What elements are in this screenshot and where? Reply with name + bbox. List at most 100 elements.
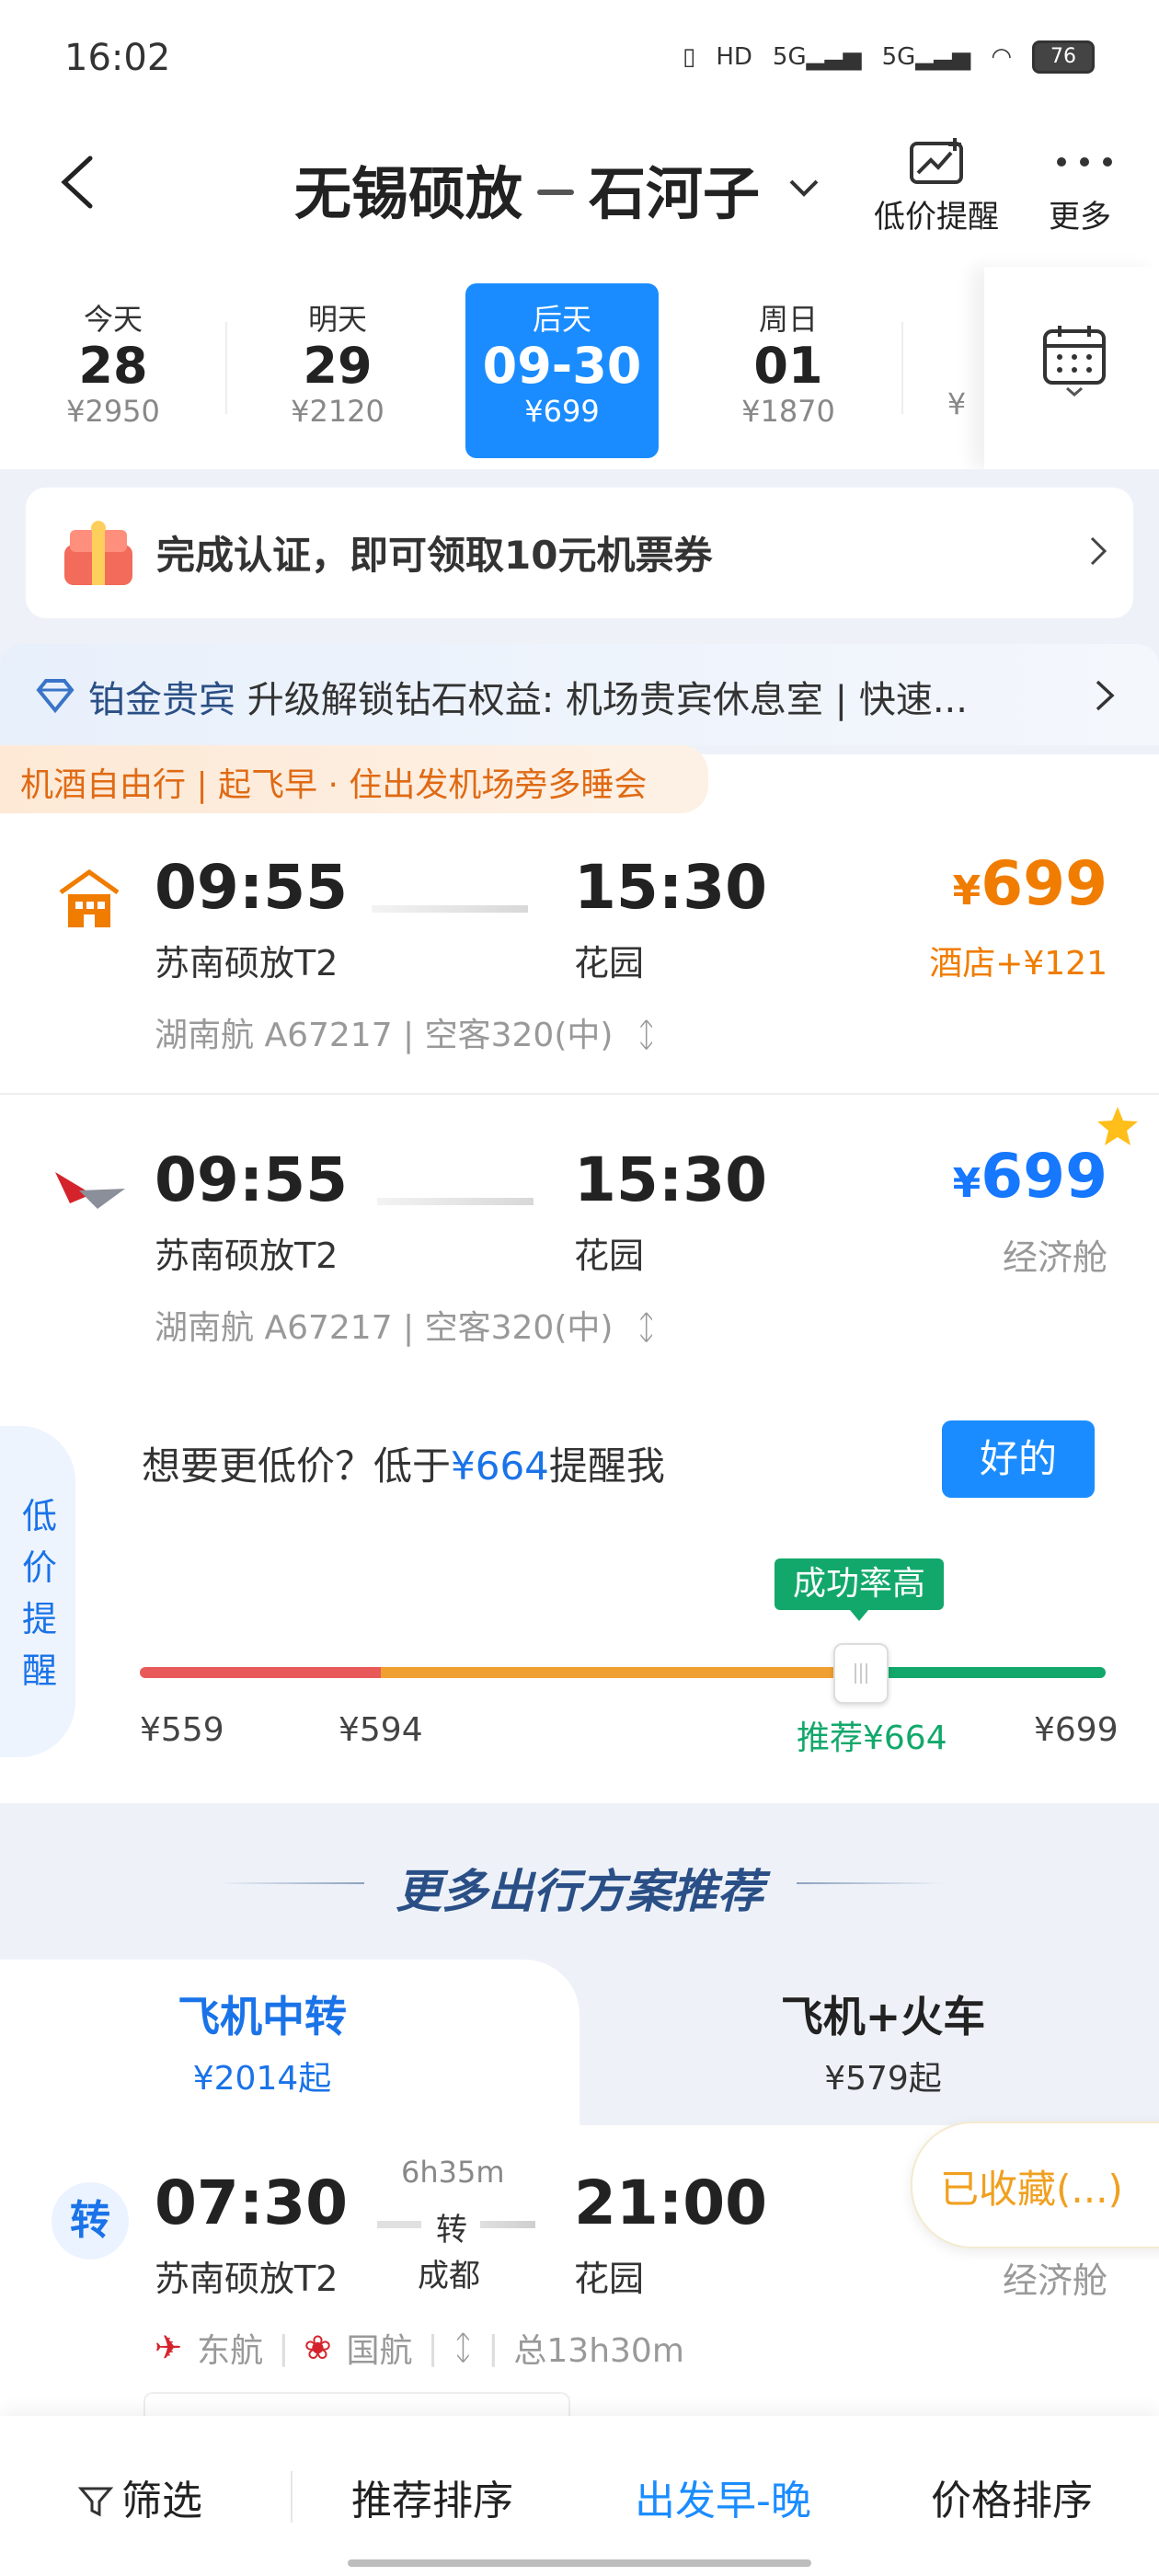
price-alert-label: 低价提醒: [874, 199, 999, 236]
route-title[interactable]: 无锡硕放 石河子: [294, 147, 820, 230]
filter-button[interactable]: 筛选: [77, 2467, 202, 2526]
price-alert-button[interactable]: 低价提醒: [874, 138, 999, 236]
cabin-class: 经济舱: [1002, 2260, 1107, 2301]
home-indicator: [348, 2559, 811, 2567]
meal-icon: ᛨ: [636, 1017, 657, 1054]
slider-label-max: ¥699: [1034, 1711, 1119, 1749]
transfer-label: 转: [436, 2212, 467, 2248]
flight-route-line: [377, 1198, 534, 1205]
arrival-airport: 花园: [574, 943, 645, 983]
meal-icon: ᛨ: [636, 1309, 657, 1347]
more-button[interactable]: 更多: [1049, 138, 1112, 236]
alert-price: ¥664: [451, 1443, 549, 1489]
trend-chart-icon: [909, 138, 964, 186]
route-line-left: [377, 2221, 421, 2228]
more-label: 更多: [1049, 199, 1111, 236]
divider: [901, 322, 903, 414]
back-icon[interactable]: [55, 155, 101, 210]
cabin-class: 经济舱: [1002, 1237, 1107, 1278]
chevron-down-icon: [789, 179, 819, 197]
flight-route-line: [372, 905, 528, 913]
date-day: 29: [303, 337, 373, 395]
air-china-logo-icon: ❀: [304, 2329, 332, 2367]
arrival-time: 15:30: [574, 852, 768, 923]
calendar-button[interactable]: [984, 267, 1159, 469]
date-cell-sunday[interactable]: 周日 01 ¥1870: [692, 283, 885, 458]
china-eastern-logo-icon: ✈: [155, 2329, 183, 2367]
slider-segment-green: [859, 1667, 1106, 1678]
destination-city: 石河子: [589, 160, 761, 227]
status-icons: ▯ HD 5G▂▃▅ 5G▂▃▅ ◠ 76: [683, 40, 1095, 74]
airline-logo-icon: [52, 1163, 129, 1222]
date-label: 周日: [758, 302, 818, 337]
date-cell-selected[interactable]: 后天 09-30 ¥699: [465, 283, 659, 458]
origin-city: 无锡硕放: [294, 160, 523, 227]
route-arrow-icon: [537, 190, 575, 195]
price-value: 699: [981, 848, 1107, 919]
departure-airport: 苏南硕放T2: [155, 1236, 339, 1276]
departure-airport: 苏南硕放T2: [155, 2259, 339, 2299]
currency-symbol: ¥: [952, 868, 981, 914]
date-price: ¥2120: [291, 394, 384, 429]
sort-departure-button[interactable]: 出发早-晚: [635, 2467, 811, 2526]
battery-icon: 76: [1032, 40, 1095, 74]
flight-meta-text: 湖南航 A67217 | 空客320(中): [155, 1017, 614, 1054]
signal-icon-2: 5G▂▃▅: [881, 43, 971, 71]
sort-price-button[interactable]: 价格排序: [931, 2467, 1093, 2526]
vip-level: 铂金贵宾: [88, 679, 235, 721]
low-price-side-label: 低 价 提 醒: [22, 1496, 58, 1691]
departure-airport: 苏南硕放T2: [155, 943, 339, 983]
date-price: ¥2950: [66, 394, 160, 429]
vip-benefit-text: 升级解锁钻石权益: 机场贵宾休息室 | 快速...: [247, 679, 968, 721]
alert-prompt: 想要更低价？低于¥664提醒我: [142, 1443, 665, 1489]
tab-title: 飞机中转: [178, 1992, 347, 2041]
tab-price: ¥2014起: [192, 2060, 332, 2098]
hotel-icon: [55, 865, 123, 937]
flight-meta: 湖南航 A67217 | 空客320(中) ᛨ: [155, 1008, 656, 1056]
coupon-text: 完成认证，即可领取10元机票券: [156, 533, 713, 578]
filter-icon: [77, 2487, 114, 2517]
arrival-time: 15:30: [574, 1144, 768, 1215]
departure-time: 09:55: [155, 1144, 349, 1215]
meal-icon: ᛨ: [453, 2329, 474, 2367]
date-label: 明天: [307, 302, 367, 337]
ok-button[interactable]: 好的: [942, 1420, 1095, 1498]
chevron-right-icon: [1095, 679, 1115, 716]
status-time: 16:02: [64, 37, 171, 79]
slider-label-min: ¥559: [140, 1711, 224, 1749]
date-cell-tomorrow[interactable]: 明天 29 ¥2120: [241, 283, 434, 458]
price-slider-track[interactable]: [140, 1667, 1106, 1678]
date-day: 01: [753, 337, 823, 395]
slider-label-2: ¥594: [339, 1711, 423, 1749]
vibrate-icon: ▯: [683, 43, 696, 71]
chevron-right-icon: [1089, 535, 1107, 570]
more-dots-icon: [1052, 138, 1112, 186]
date-day: 28: [78, 337, 148, 395]
filter-label: 筛选: [121, 2478, 202, 2524]
divider: [225, 322, 227, 414]
calendar-icon: [1043, 326, 1106, 397]
date-cell-today[interactable]: 今天 28 ¥2950: [17, 283, 210, 458]
date-cell-partial[interactable]: ¥: [920, 283, 993, 458]
tab-flight-train[interactable]: 飞机+火车 ¥579起: [580, 1960, 1159, 2125]
route-line-right: [480, 2221, 535, 2228]
signal-icon-1: 5G▂▃▅: [772, 43, 862, 71]
favorited-chip[interactable]: 已收藏(...): [911, 2122, 1159, 2248]
departure-time: 07:30: [155, 2168, 349, 2238]
flight-price: ¥699: [953, 1141, 1107, 1212]
segment-duration: 6h35m: [401, 2155, 505, 2190]
sort-recommended-button[interactable]: 推荐排序: [351, 2467, 513, 2526]
slider-segment-orange: [381, 1667, 859, 1678]
slider-label-recommended: 推荐¥664: [797, 1719, 947, 1757]
date-day: 09-30: [482, 337, 642, 395]
price-slider-handle[interactable]: [833, 1643, 889, 1704]
arrival-time: 21:00: [574, 2168, 768, 2238]
date-bar: 今天 28 ¥2950 明天 29 ¥2120 后天 09-30 ¥699 周日…: [0, 267, 1159, 470]
airline-name: 东航: [197, 2332, 264, 2370]
flight-meta: 湖南航 A67217 | 空客320(中) ᛨ: [155, 1301, 656, 1349]
flight-price: ¥699: [953, 848, 1107, 919]
badge-pointer: [850, 1610, 868, 1621]
tab-flight-transfer[interactable]: 飞机中转 ¥2014起: [0, 1960, 580, 2125]
transfer-badge-icon: 转: [52, 2182, 129, 2260]
arrival-airport: 花园: [574, 2259, 645, 2299]
